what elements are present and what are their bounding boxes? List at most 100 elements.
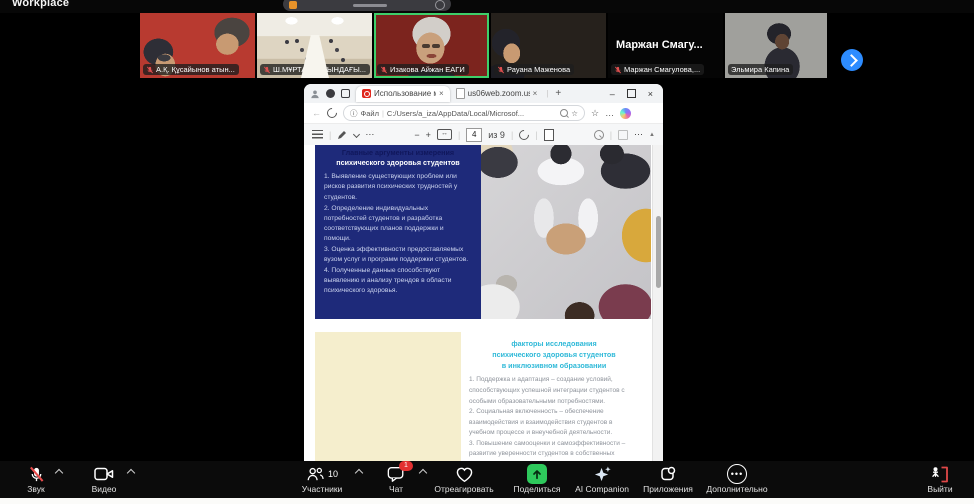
pdf-scrollbar[interactable] bbox=[652, 145, 663, 461]
leave-meeting-button[interactable]: Выйти bbox=[912, 465, 968, 494]
participant-name-pill: Изакова Айжан ЕАГИ bbox=[377, 64, 469, 75]
participant-name-pill: Эльмира Капина bbox=[728, 64, 793, 75]
top-title-bar: Workplace bbox=[0, 0, 974, 13]
search-icon[interactable] bbox=[594, 130, 604, 140]
pdf-file-icon bbox=[362, 89, 371, 98]
scroll-up-icon[interactable]: ▲ bbox=[649, 132, 655, 138]
workspaces-icon[interactable] bbox=[341, 89, 350, 98]
participant-display-name: Маржан Смагу... bbox=[616, 39, 703, 51]
tab-pdf-document[interactable]: Использование ме × bbox=[356, 86, 450, 102]
tab-separator: | bbox=[546, 89, 548, 98]
participant-video-no-camera[interactable]: Маржан Смагу... Маржан Смагулова,... bbox=[608, 13, 723, 78]
participant-video[interactable]: Ш.МҰРТАЗА АТЫНДАҒЫ... bbox=[257, 13, 372, 78]
copilot-icon[interactable] bbox=[620, 108, 631, 119]
pdf-content-area[interactable]: Главные аргументы измерения психического… bbox=[304, 145, 663, 461]
zoom-in-button[interactable]: + bbox=[426, 130, 431, 140]
background-window-edge bbox=[0, 498, 974, 504]
next-participants-button[interactable] bbox=[841, 49, 863, 71]
pen-dropdown-icon[interactable] bbox=[353, 131, 360, 138]
browser-logo-icon[interactable] bbox=[326, 89, 335, 98]
participants-options-chevron[interactable] bbox=[355, 469, 363, 477]
slide2-corkboard-photo bbox=[315, 332, 461, 461]
participants-label: Участники bbox=[302, 484, 343, 494]
back-icon[interactable]: ← bbox=[312, 108, 321, 118]
participant-name: Маржан Смагулова,... bbox=[624, 65, 700, 74]
minimize-button[interactable]: – bbox=[610, 89, 615, 99]
participants-button[interactable]: 10 Участники bbox=[288, 465, 356, 494]
toolbar-separator: | bbox=[511, 130, 513, 140]
leave-label: Выйти bbox=[927, 484, 952, 494]
bookmark-star-icon[interactable]: ☆ bbox=[571, 109, 578, 118]
participant-video[interactable]: Рауана Маженова bbox=[491, 13, 606, 78]
leave-door-icon bbox=[930, 465, 950, 483]
slide1-item: 2. Определение индивидуальных потребност… bbox=[324, 204, 472, 244]
zoom-page-icon[interactable] bbox=[560, 109, 568, 117]
zoom-out-button[interactable]: − bbox=[414, 130, 419, 140]
close-button[interactable]: × bbox=[648, 89, 653, 99]
slide2-item: 3. Повышение самооценки и самоэффективно… bbox=[469, 439, 639, 461]
more-button[interactable]: ••• Дополнительно bbox=[695, 465, 779, 494]
rotate-page-icon[interactable] bbox=[517, 127, 531, 141]
participant-name: Изакова Айжан ЕАГИ bbox=[390, 65, 465, 74]
save-icon[interactable] bbox=[618, 130, 628, 140]
slide1-heading-line1: Главные аргументы измерения bbox=[324, 148, 472, 158]
reload-icon[interactable] bbox=[325, 106, 339, 120]
reactions-button[interactable]: Отреагировать bbox=[424, 465, 504, 494]
fit-width-icon[interactable]: ↔ bbox=[437, 129, 452, 140]
slide2-text-panel: факторы исследования психического здоров… bbox=[461, 332, 651, 461]
participant-name-pill: Ш.МҰРТАЗА АТЫНДАҒЫ... bbox=[260, 64, 370, 75]
video-button[interactable]: Видео bbox=[80, 465, 128, 494]
pdf-toolbar: | ⋯ − + ↔ | 4 из 9 | | | ⋯ ▲ bbox=[304, 124, 663, 146]
audio-button[interactable]: Звук bbox=[12, 465, 60, 494]
slide2-item: 1. Поддержка и адаптация – создание усло… bbox=[469, 375, 639, 407]
ai-companion-button[interactable]: AI Companion bbox=[564, 465, 640, 494]
address-path: C:/Users/a_iza/AppData/Local/Microsof... bbox=[387, 109, 557, 118]
toolbar-separator: | bbox=[458, 130, 460, 140]
chat-button[interactable]: 1 Чат bbox=[374, 465, 418, 494]
browser-address-bar: ← ⓘ Файл | C:/Users/a_iza/AppData/Local/… bbox=[304, 103, 663, 124]
pdf-slide-1: Главные аргументы измерения психического… bbox=[315, 145, 651, 319]
info-icon[interactable]: ⓘ bbox=[350, 108, 358, 119]
floating-controls-pill[interactable] bbox=[283, 0, 451, 11]
workplace-label: Workplace bbox=[12, 0, 69, 9]
meeting-toolbar: Звук Видео 10 Участники 1 Чат Отреагиров… bbox=[0, 461, 974, 498]
new-tab-button[interactable]: + bbox=[555, 88, 561, 99]
participant-video[interactable]: Эльмира Капина bbox=[725, 13, 827, 78]
address-separator: | bbox=[382, 109, 384, 118]
profile-icon[interactable] bbox=[310, 89, 320, 99]
pill-text-hint bbox=[353, 4, 387, 7]
page-layout-icon[interactable] bbox=[544, 129, 554, 141]
participant-name-pill: Маржан Смагулова,... bbox=[611, 64, 704, 75]
slide2-heading-line1: факторы исследования bbox=[469, 338, 639, 349]
browser-menu-icon[interactable]: … bbox=[605, 108, 614, 118]
draw-pen-icon[interactable] bbox=[337, 130, 347, 140]
favorites-icon[interactable]: ☆ bbox=[591, 108, 599, 119]
participant-name: А.Қ. Құсайынов атын... bbox=[156, 65, 235, 74]
page-total-label: из 9 bbox=[488, 130, 505, 140]
tab-zoom-site[interactable]: us06web.zoom.us/ × bbox=[450, 86, 544, 102]
address-field[interactable]: ⓘ Файл | C:/Users/a_iza/AppData/Local/Mi… bbox=[343, 105, 585, 121]
pill-circle-icon bbox=[435, 0, 445, 10]
participant-name: Ш.МҰРТАЗА АТЫНДАҒЫ... bbox=[273, 65, 366, 74]
tab-close-icon[interactable]: × bbox=[533, 89, 538, 98]
browser-tab-bar: Использование ме × us06web.zoom.us/ × | … bbox=[304, 84, 663, 103]
participant-filmstrip: А.Қ. Құсайынов атын... Ш.МҰРТАЗА АТЫНДАҒ… bbox=[0, 13, 974, 78]
recording-icon bbox=[289, 1, 297, 9]
share-screen-icon bbox=[527, 464, 547, 484]
video-options-chevron[interactable] bbox=[127, 469, 135, 477]
annotate-more-icon[interactable]: ⋯ bbox=[365, 129, 374, 140]
participant-video-active-speaker[interactable]: Изакова Айжан ЕАГИ bbox=[374, 13, 489, 78]
maximize-button[interactable] bbox=[627, 89, 636, 98]
ai-companion-label: AI Companion bbox=[575, 484, 629, 494]
pdf-scrollbar-thumb[interactable] bbox=[656, 216, 661, 288]
page-number-input[interactable]: 4 bbox=[466, 128, 482, 142]
pdf-more-icon[interactable]: ⋯ bbox=[634, 129, 643, 140]
tab-close-icon[interactable]: × bbox=[439, 89, 444, 98]
slide1-item: 3. Оценка эффективности предоставляемых … bbox=[324, 245, 472, 265]
slide1-team-photo bbox=[481, 145, 651, 319]
chat-badge: 1 bbox=[399, 461, 413, 471]
mic-muted-icon bbox=[497, 66, 505, 74]
chevron-right-icon bbox=[845, 54, 858, 67]
table-of-contents-icon[interactable] bbox=[312, 130, 323, 139]
participant-video[interactable]: А.Қ. Құсайынов атын... bbox=[140, 13, 255, 78]
